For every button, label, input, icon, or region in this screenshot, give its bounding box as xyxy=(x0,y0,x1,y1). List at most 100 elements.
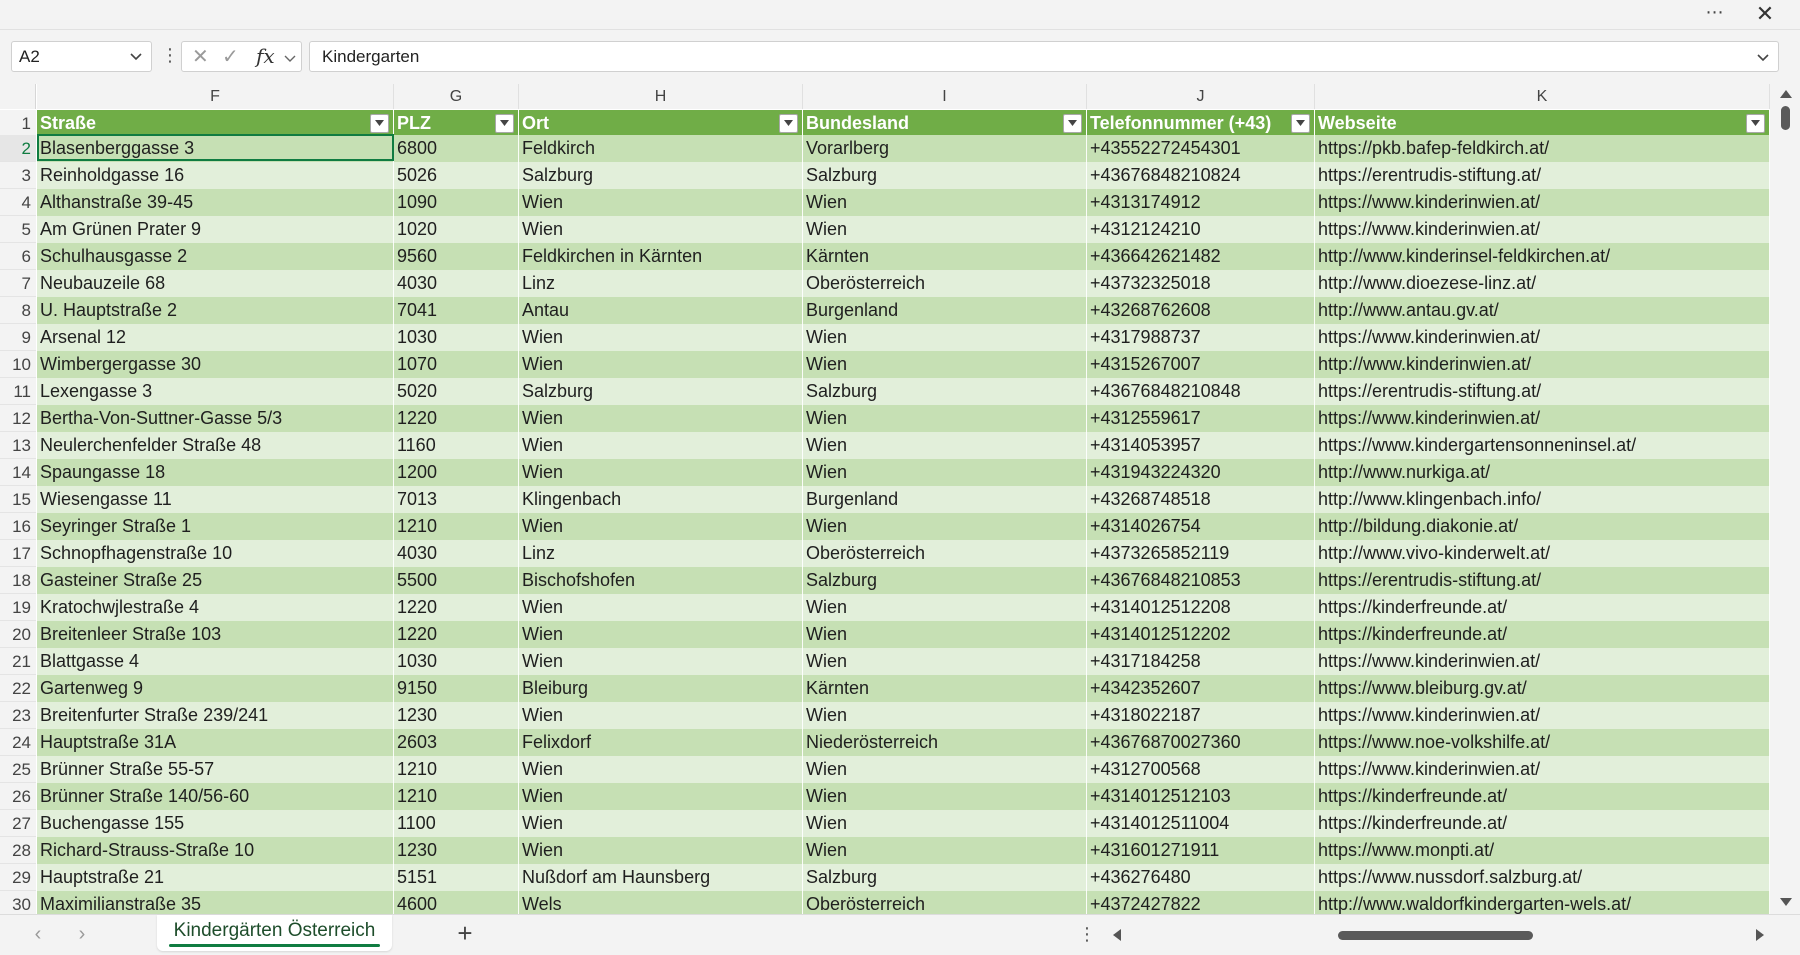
table-cell[interactable]: Kärnten xyxy=(803,243,1087,270)
table-cell[interactable]: https://www.kinderinwien.at/ xyxy=(1315,189,1770,216)
vertical-scroll-thumb[interactable] xyxy=(1781,106,1790,130)
table-cell[interactable]: Schnopfhagenstraße 10 xyxy=(37,540,394,567)
table-cell[interactable]: Felixdorf xyxy=(519,729,803,756)
table-cell[interactable]: 1030 xyxy=(394,324,519,351)
vertical-scrollbar[interactable] xyxy=(1770,84,1800,914)
table-cell[interactable]: Wiesengasse 11 xyxy=(37,486,394,513)
row-header[interactable]: 29 xyxy=(0,864,36,891)
column-header-k[interactable]: K xyxy=(1315,84,1770,109)
header-cell[interactable]: Webseite xyxy=(1315,110,1770,137)
previous-sheet-icon[interactable]: ‹ xyxy=(28,924,48,945)
row-header[interactable]: 22 xyxy=(0,675,36,702)
table-cell[interactable]: 5020 xyxy=(394,378,519,405)
column-header-j[interactable]: J xyxy=(1087,84,1315,109)
table-cell[interactable]: http://bildung.diakonie.at/ xyxy=(1315,513,1770,540)
table-cell[interactable]: Vorarlberg xyxy=(803,135,1087,162)
table-cell[interactable]: Wien xyxy=(519,783,803,810)
table-cell[interactable]: https://erentrudis-stiftung.at/ xyxy=(1315,162,1770,189)
table-cell[interactable]: 1090 xyxy=(394,189,519,216)
select-all-corner[interactable] xyxy=(0,84,36,109)
row-header[interactable]: 14 xyxy=(0,459,36,486)
row-header[interactable]: 16 xyxy=(0,513,36,540)
row-header[interactable]: 3 xyxy=(0,162,36,189)
table-cell[interactable]: Neulerchenfelder Straße 48 xyxy=(37,432,394,459)
table-cell[interactable]: +436642621482 xyxy=(1087,243,1315,270)
table-cell[interactable]: Feldkirch xyxy=(519,135,803,162)
header-cell[interactable]: Straße xyxy=(37,110,394,137)
table-cell[interactable]: Wien xyxy=(803,621,1087,648)
row-header[interactable]: 19 xyxy=(0,594,36,621)
table-cell[interactable]: Nußdorf am Haunsberg xyxy=(519,864,803,891)
column-header-h[interactable]: H xyxy=(519,84,803,109)
table-cell[interactable]: +43268762608 xyxy=(1087,297,1315,324)
table-cell[interactable]: https://erentrudis-stiftung.at/ xyxy=(1315,378,1770,405)
table-cell[interactable]: http://www.klingenbach.info/ xyxy=(1315,486,1770,513)
table-cell[interactable]: +431943224320 xyxy=(1087,459,1315,486)
table-cell[interactable]: https://kinderfreunde.at/ xyxy=(1315,621,1770,648)
add-sheet-button[interactable]: + xyxy=(452,920,478,947)
table-cell[interactable]: Gartenweg 9 xyxy=(37,675,394,702)
table-cell[interactable]: https://www.kindergartensonneninsel.at/ xyxy=(1315,432,1770,459)
scroll-up-icon[interactable] xyxy=(1780,90,1792,98)
table-cell[interactable]: 5026 xyxy=(394,162,519,189)
filter-dropdown-button[interactable] xyxy=(1291,114,1310,133)
table-cell[interactable]: https://kinderfreunde.at/ xyxy=(1315,783,1770,810)
table-cell[interactable]: http://www.dioezese-linz.at/ xyxy=(1315,270,1770,297)
table-cell[interactable]: Breitenleer Straße 103 xyxy=(37,621,394,648)
table-cell[interactable]: 4030 xyxy=(394,540,519,567)
table-cell[interactable]: Neubauzeile 68 xyxy=(37,270,394,297)
row-header[interactable]: 26 xyxy=(0,783,36,810)
table-cell[interactable]: +4317988737 xyxy=(1087,324,1315,351)
table-cell[interactable]: https://www.kinderinwien.at/ xyxy=(1315,756,1770,783)
table-cell[interactable]: Burgenland xyxy=(803,297,1087,324)
worksheet-grid[interactable]: F G H I J K 1 Straße PLZ Ort Bundesland Telefonnumm… xyxy=(0,84,1800,914)
table-cell[interactable]: 7041 xyxy=(394,297,519,324)
row-header[interactable]: 6 xyxy=(0,243,36,270)
table-cell[interactable]: +43676848210824 xyxy=(1087,162,1315,189)
table-cell[interactable]: Wien xyxy=(519,432,803,459)
table-cell[interactable]: Wien xyxy=(519,513,803,540)
table-cell[interactable]: 5151 xyxy=(394,864,519,891)
table-cell[interactable]: +4312700568 xyxy=(1087,756,1315,783)
table-cell[interactable]: +4312559617 xyxy=(1087,405,1315,432)
table-cell[interactable]: 9560 xyxy=(394,243,519,270)
table-cell[interactable]: Wien xyxy=(519,756,803,783)
table-cell[interactable]: 1100 xyxy=(394,810,519,837)
filter-dropdown-button[interactable] xyxy=(1063,114,1082,133)
table-cell[interactable]: Wien xyxy=(803,594,1087,621)
table-cell[interactable]: +431601271911 xyxy=(1087,837,1315,864)
table-cell[interactable]: Reinholdgasse 16 xyxy=(37,162,394,189)
table-cell[interactable]: +4312124210 xyxy=(1087,216,1315,243)
table-cell[interactable]: Salzburg xyxy=(519,162,803,189)
table-cell[interactable]: U. Hauptstraße 2 xyxy=(37,297,394,324)
table-cell[interactable]: Wels xyxy=(519,891,803,914)
formula-input[interactable]: Kindergarten xyxy=(309,41,1779,72)
table-cell[interactable]: Wien xyxy=(803,459,1087,486)
formula-bar-more-icon[interactable]: ⋮ xyxy=(161,44,179,70)
row-header[interactable]: 2 xyxy=(0,135,36,162)
table-cell[interactable]: 2603 xyxy=(394,729,519,756)
table-cell[interactable]: Oberösterreich xyxy=(803,270,1087,297)
sheet-tab-kindergaerten[interactable]: Kindergärten Österreich xyxy=(157,915,392,951)
table-cell[interactable]: https://erentrudis-stiftung.at/ xyxy=(1315,567,1770,594)
table-cell[interactable]: Blasenberggasse 3 xyxy=(37,135,394,162)
table-cell[interactable]: Klingenbach xyxy=(519,486,803,513)
filter-dropdown-button[interactable] xyxy=(1746,114,1765,133)
table-cell[interactable]: Feldkirchen in Kärnten xyxy=(519,243,803,270)
table-cell[interactable]: https://kinderfreunde.at/ xyxy=(1315,594,1770,621)
horizontal-scrollbar[interactable] xyxy=(1128,928,1748,942)
table-cell[interactable]: Oberösterreich xyxy=(803,540,1087,567)
column-header-f[interactable]: F xyxy=(37,84,394,109)
table-cell[interactable]: Wien xyxy=(519,459,803,486)
table-cell[interactable]: http://www.vivo-kinderwelt.at/ xyxy=(1315,540,1770,567)
table-cell[interactable]: 1210 xyxy=(394,756,519,783)
table-cell[interactable]: Wien xyxy=(519,324,803,351)
row-header[interactable]: 30 xyxy=(0,891,36,914)
header-cell[interactable]: Telefonnummer (+43) xyxy=(1087,110,1315,137)
table-cell[interactable]: https://www.monpti.at/ xyxy=(1315,837,1770,864)
table-cell[interactable]: Hauptstraße 21 xyxy=(37,864,394,891)
table-cell[interactable]: +4313174912 xyxy=(1087,189,1315,216)
table-cell[interactable]: +436276480 xyxy=(1087,864,1315,891)
row-header[interactable]: 13 xyxy=(0,432,36,459)
table-cell[interactable]: http://www.nurkiga.at/ xyxy=(1315,459,1770,486)
